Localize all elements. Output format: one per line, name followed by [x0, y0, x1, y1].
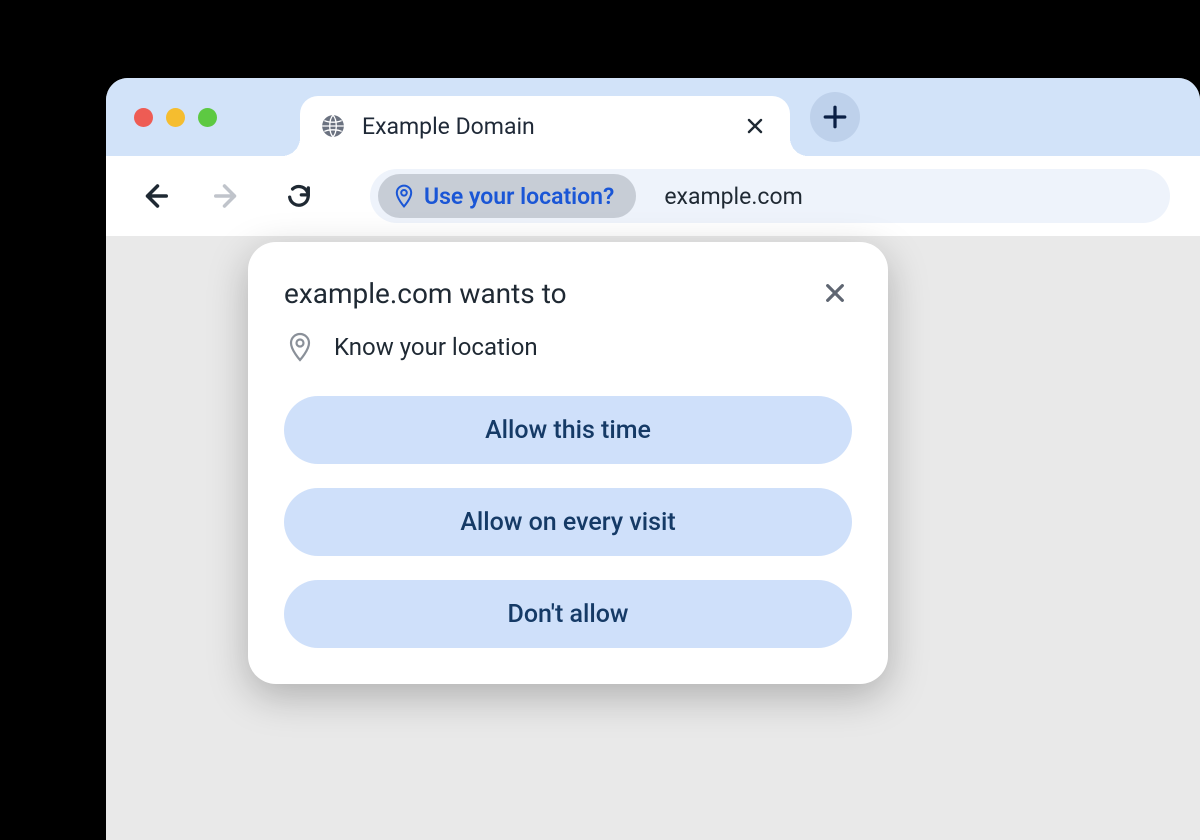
deny-button[interactable]: Don't allow — [284, 580, 852, 648]
permission-row: Know your location — [284, 332, 852, 362]
forward-button[interactable] — [208, 177, 246, 215]
permission-popup: example.com wants to Know your location … — [248, 242, 888, 684]
globe-icon — [320, 113, 346, 139]
new-tab-button[interactable] — [810, 92, 860, 142]
reload-button[interactable] — [280, 177, 318, 215]
toolbar: Use your location? example.com — [106, 156, 1200, 236]
tab-strip: Example Domain — [106, 78, 1200, 156]
tab-title: Example Domain — [362, 113, 740, 140]
allow-once-button[interactable]: Allow this time — [284, 396, 852, 464]
address-bar[interactable]: Use your location? example.com — [370, 169, 1170, 223]
popup-title: example.com wants to — [284, 277, 567, 310]
permission-chip[interactable]: Use your location? — [378, 174, 636, 218]
minimize-window-button[interactable] — [166, 108, 185, 127]
location-pin-icon — [394, 184, 414, 208]
window-controls — [134, 108, 217, 127]
location-pin-icon — [288, 332, 312, 362]
maximize-window-button[interactable] — [198, 108, 217, 127]
permission-label: Know your location — [334, 333, 538, 361]
popup-close-button[interactable] — [818, 276, 852, 310]
allow-always-button[interactable]: Allow on every visit — [284, 488, 852, 556]
back-button[interactable] — [136, 177, 174, 215]
close-window-button[interactable] — [134, 108, 153, 127]
browser-tab[interactable]: Example Domain — [300, 96, 790, 156]
url-text: example.com — [664, 183, 802, 210]
permission-chip-label: Use your location? — [424, 183, 614, 210]
close-tab-button[interactable] — [740, 111, 770, 141]
